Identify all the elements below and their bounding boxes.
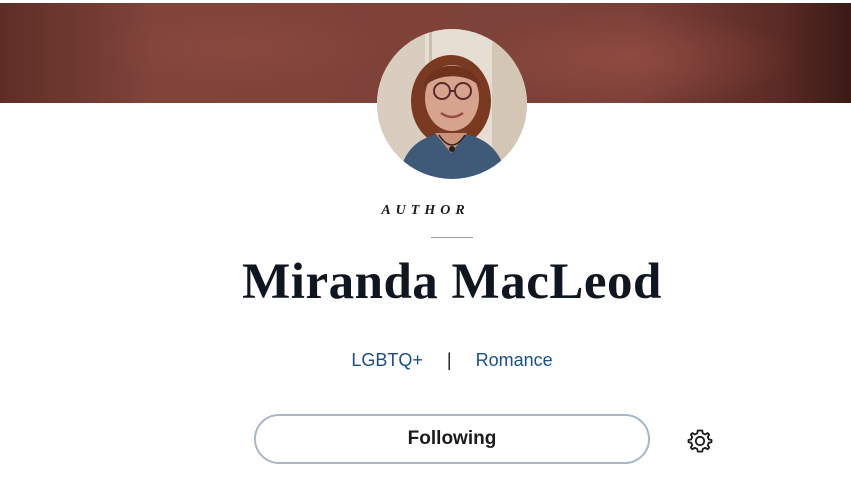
- gear-icon[interactable]: [685, 426, 715, 456]
- genre-link-romance[interactable]: Romance: [476, 350, 553, 370]
- role-label: AUTHOR: [381, 203, 470, 218]
- genre-links: LGBTQ+ | Romance: [0, 350, 851, 371]
- genre-separator: |: [446, 350, 452, 370]
- following-button[interactable]: Following: [254, 414, 650, 464]
- author-name: Miranda MacLeod: [242, 254, 662, 310]
- author-avatar: [377, 29, 527, 179]
- genre-link-lgbtq[interactable]: LGBTQ+: [351, 350, 423, 370]
- divider: [431, 237, 473, 238]
